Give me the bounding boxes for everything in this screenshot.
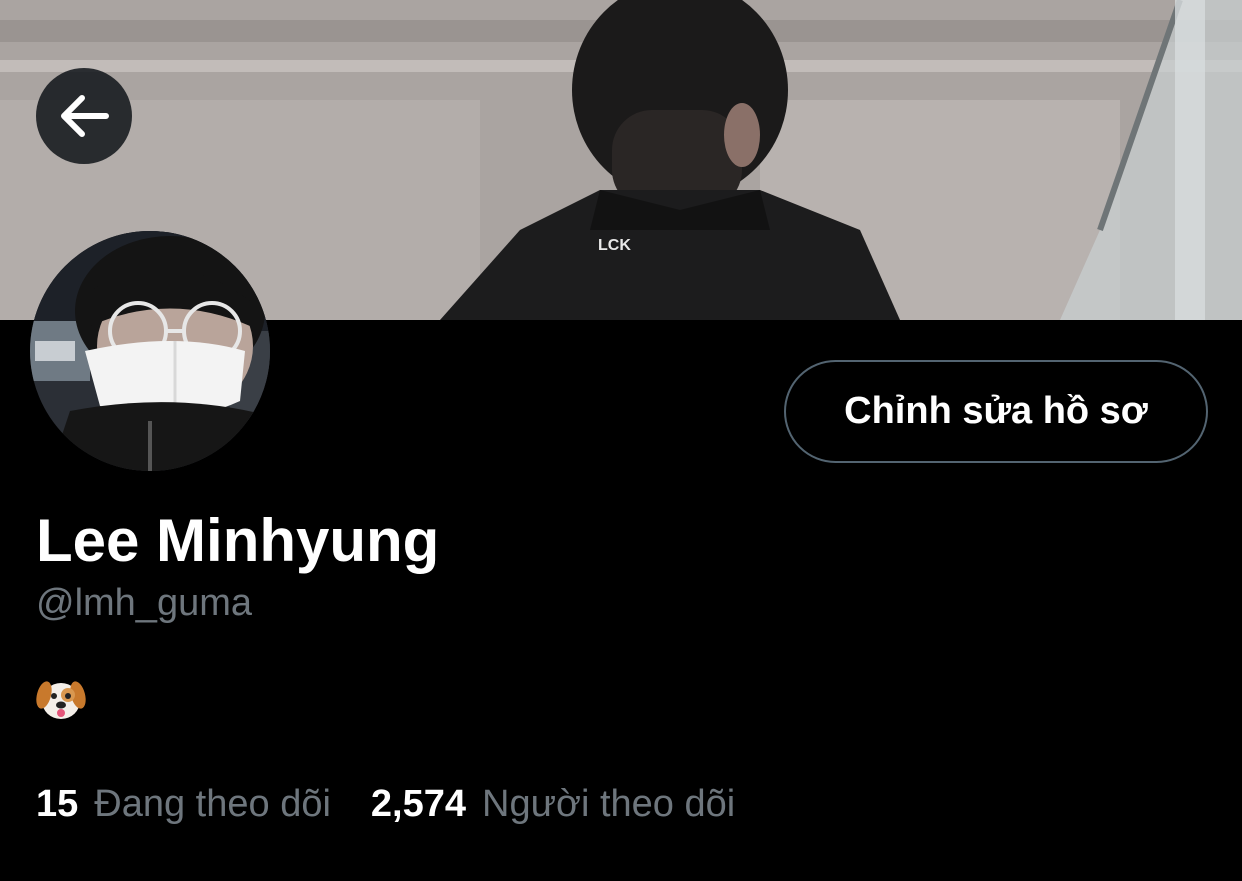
avatar-photo: [30, 231, 270, 471]
following-label: Đang theo dõi: [94, 783, 331, 825]
followers-stat-link[interactable]: 2,574 Người theo dõi: [371, 780, 735, 828]
followers-count: 2,574: [370, 783, 467, 825]
following-count: 15: [36, 783, 79, 825]
display-name: Lee Minhyung: [36, 507, 440, 574]
profile-page: LCK Chỉnh sửa hồ sơ Lee Minhyung @lmh_gu…: [0, 0, 1242, 881]
username-handle: @lmh_guma: [36, 582, 252, 624]
dog-face-icon: [36, 681, 86, 719]
follow-stats: 15 Đang theo dõi 2,574 Người theo dõi: [36, 780, 735, 828]
edit-profile-button[interactable]: Chỉnh sửa hồ sơ: [784, 360, 1208, 463]
edit-profile-label: Chỉnh sửa hồ sơ: [844, 390, 1148, 432]
followers-label: Người theo dõi: [482, 783, 736, 825]
arrow-left-icon: [61, 95, 109, 137]
back-button[interactable]: [36, 68, 132, 164]
avatar[interactable]: [30, 231, 270, 471]
bio: [36, 675, 88, 723]
following-stat-link[interactable]: 15 Đang theo dõi: [36, 780, 331, 828]
jacket-logo-text: LCK: [598, 237, 631, 254]
